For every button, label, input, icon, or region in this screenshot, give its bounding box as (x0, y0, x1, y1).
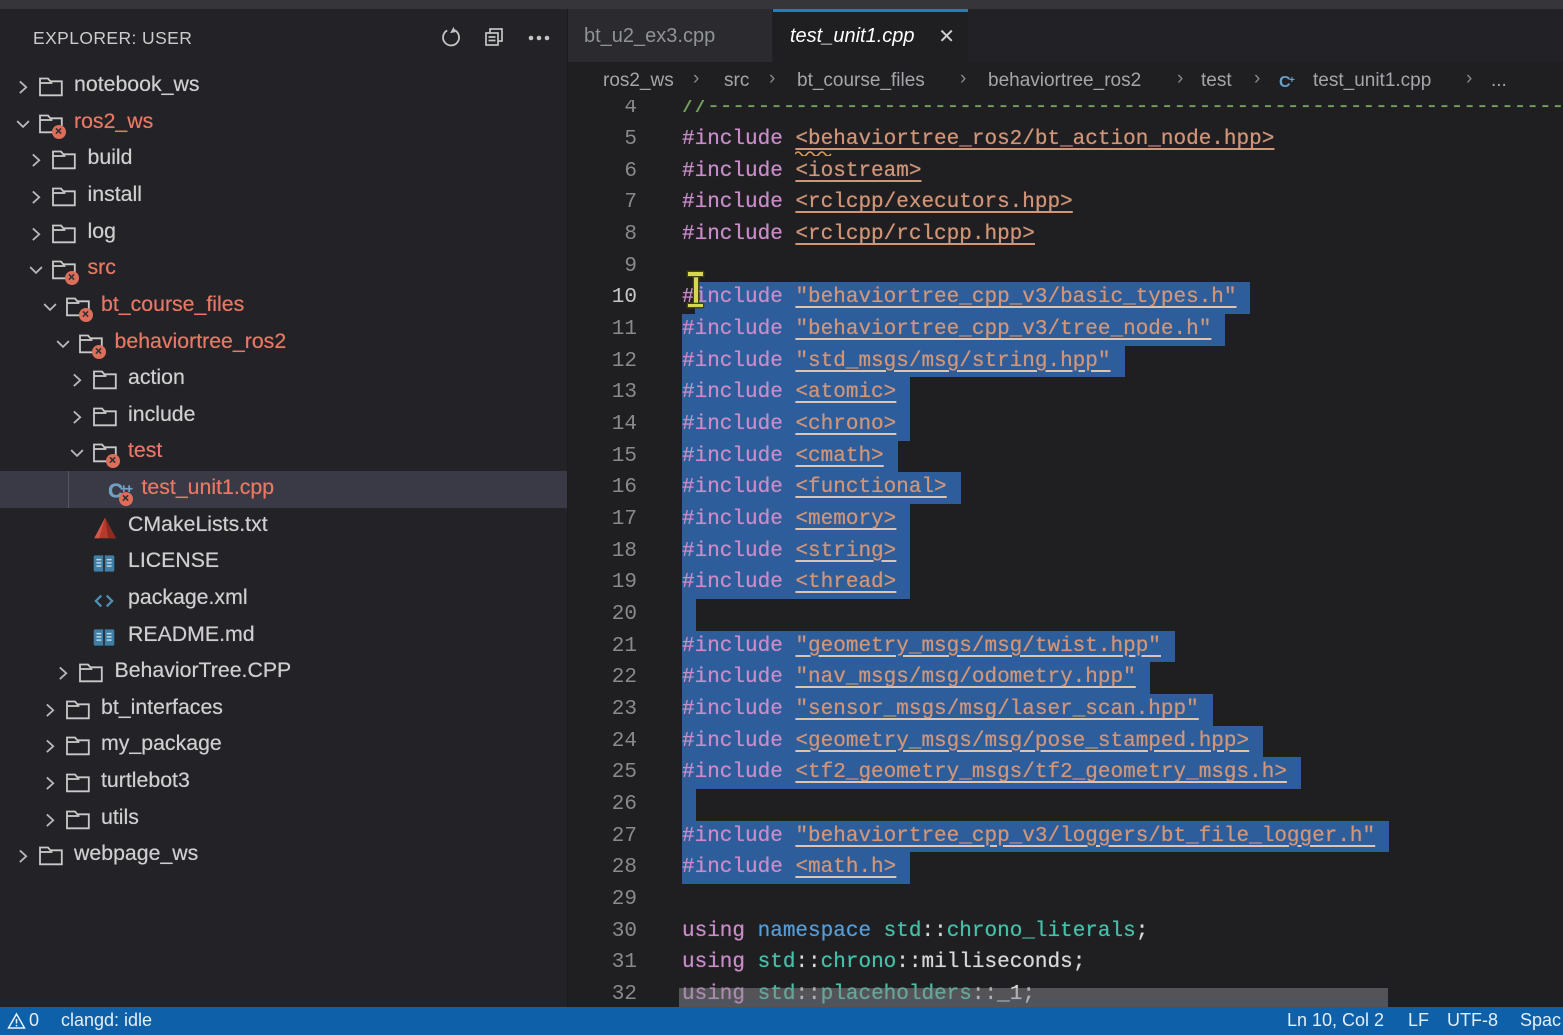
svg-text:+: + (1289, 75, 1295, 86)
